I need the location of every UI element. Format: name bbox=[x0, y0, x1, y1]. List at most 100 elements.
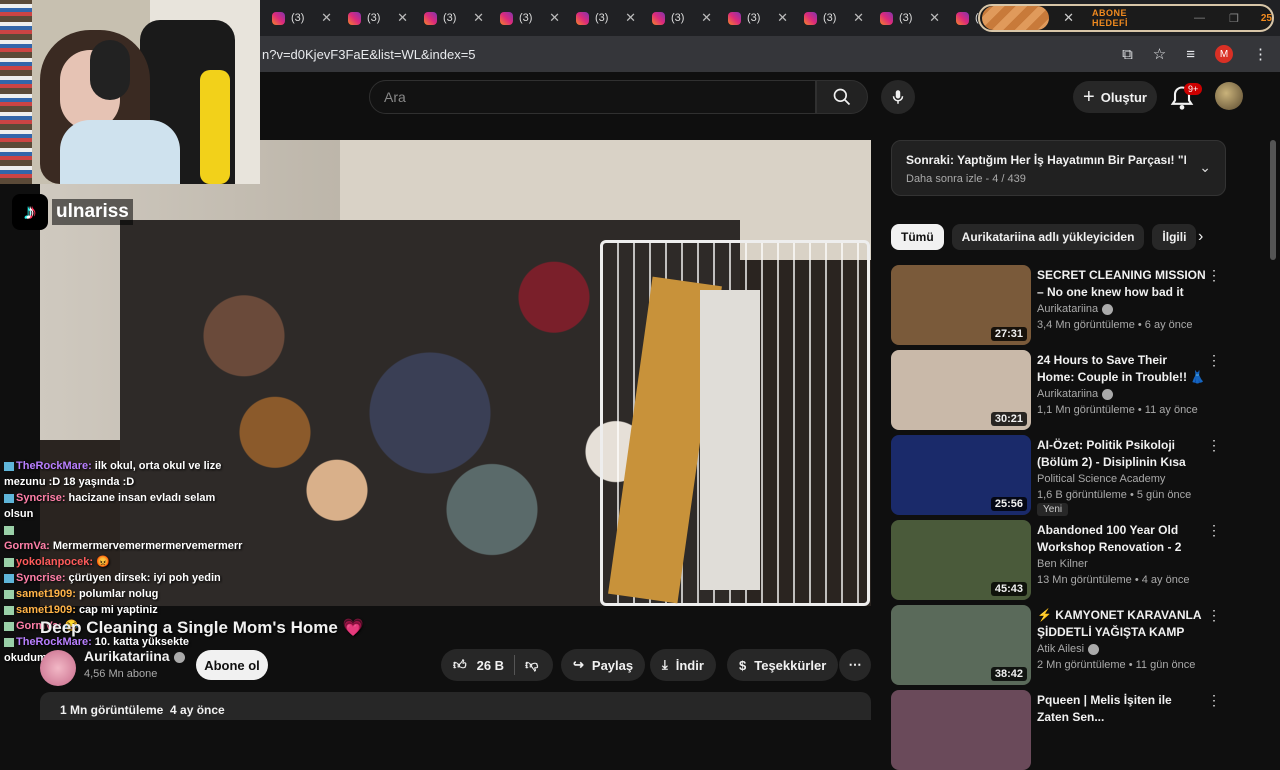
recommendation-title[interactable]: SECRET CLEANING MISSION – No one knew ho… bbox=[1037, 267, 1207, 301]
close-icon[interactable]: ✕ bbox=[701, 10, 712, 26]
media-control-icon[interactable]: ≡ bbox=[1186, 46, 1195, 63]
maximize-icon[interactable]: ❐ bbox=[1229, 12, 1239, 25]
more-vert-icon[interactable]: ⋮ bbox=[1207, 692, 1221, 709]
recommendation-channel[interactable]: Aurikatariina bbox=[1037, 303, 1114, 315]
filter-chip[interactable]: Aurikatariina adlı yükleyiciden bbox=[951, 224, 1145, 250]
browser-tab[interactable]: (3) ✕ bbox=[722, 6, 792, 30]
close-icon[interactable]: ✕ bbox=[929, 10, 940, 26]
chevron-right-icon[interactable]: › bbox=[1198, 228, 1203, 246]
dislike-icon[interactable]: 👎︎ bbox=[525, 657, 538, 673]
chat-badge-icon bbox=[4, 637, 14, 647]
video-thumbnail[interactable]: 27:31 bbox=[891, 265, 1031, 345]
browser-tab[interactable]: (3) ✕ bbox=[646, 6, 716, 30]
recommendation-title[interactable]: ⚡ KAMYONET KARAVANLA ŞİDDETLİ YAĞIŞTA KA… bbox=[1037, 607, 1207, 641]
more-vert-icon[interactable]: ⋮ bbox=[1207, 437, 1221, 454]
recommendation-channel[interactable]: Political Science Academy bbox=[1037, 473, 1165, 485]
subscribe-button[interactable]: Abone ol bbox=[196, 650, 268, 680]
tab-label: (3) bbox=[519, 12, 533, 24]
like-count[interactable]: 26 B bbox=[477, 658, 504, 673]
view-count: 1 Mn görüntüleme bbox=[60, 703, 164, 717]
download-button[interactable]: ⤓ İndir bbox=[650, 649, 716, 681]
minimize-icon[interactable]: — bbox=[1194, 12, 1205, 24]
chat-username: samet1909: bbox=[16, 588, 76, 600]
more-actions-button[interactable]: ⋯ bbox=[839, 649, 871, 681]
instagram-icon bbox=[880, 11, 893, 25]
active-tab-overlay[interactable]: ✕ ABONE HEDEFİ — ❐ 25 bbox=[978, 4, 1274, 32]
browser-tab[interactable]: (3) ✕ bbox=[418, 6, 488, 30]
video-thumbnail[interactable]: 38:42 bbox=[891, 605, 1031, 685]
playlist-next-panel[interactable]: Sonraki: Yaptığım Her İş Hayatımın Bir P… bbox=[891, 140, 1226, 196]
recommendation-item[interactable]: 38:42 ⚡ KAMYONET KARAVANLA ŞİDDETLİ YAĞIŞ… bbox=[891, 605, 1221, 685]
chat-text: 😡 bbox=[96, 556, 110, 568]
video-thumbnail[interactable]: 30:21 bbox=[891, 350, 1031, 430]
recommendation-title[interactable]: AI-Özet: Politik Psikoloji (Bölüm 2) - D… bbox=[1037, 437, 1207, 471]
bookmark-star-icon[interactable]: ☆ bbox=[1153, 45, 1166, 63]
menu-icon[interactable]: ⋮ bbox=[1253, 45, 1268, 63]
recommendation-title[interactable]: Abandoned 100 Year Old Workshop Renovati… bbox=[1037, 522, 1207, 556]
more-vert-icon[interactable]: ⋮ bbox=[1207, 267, 1221, 284]
more-vert-icon[interactable]: ⋮ bbox=[1207, 352, 1221, 369]
channel-text: Aurikatariina bbox=[1037, 388, 1099, 400]
chat-badge-icon bbox=[4, 525, 14, 535]
instagram-icon bbox=[804, 11, 817, 25]
close-icon[interactable]: ✕ bbox=[1063, 10, 1074, 26]
upload-age: 4 ay önce bbox=[170, 703, 225, 717]
recommendation-item[interactable]: 25:56 AI-Özet: Politik Psikoloji (Bölüm 2… bbox=[891, 435, 1221, 516]
more-vert-icon[interactable]: ⋮ bbox=[1207, 607, 1221, 624]
recommendation-meta: 1,1 Mn görüntüleme • 11 ay önce bbox=[1037, 404, 1198, 416]
close-icon[interactable]: ✕ bbox=[777, 10, 788, 26]
search-input[interactable]: Ara bbox=[369, 80, 816, 114]
more-vert-icon[interactable]: ⋮ bbox=[1207, 522, 1221, 539]
browser-tab[interactable]: (3) ✕ bbox=[494, 6, 564, 30]
channel-avatar[interactable] bbox=[40, 650, 76, 686]
subscriber-goal-count: 25 bbox=[1260, 12, 1272, 24]
like-icon[interactable]: 👍︎ bbox=[453, 657, 467, 673]
recommendation-title[interactable]: Pqueen | Melis İşiten ile Zaten Sen... bbox=[1037, 692, 1207, 726]
close-icon[interactable]: ✕ bbox=[397, 10, 408, 26]
channel-name[interactable]: Aurikatariina bbox=[84, 648, 185, 664]
recommendation-title[interactable]: 24 Hours to Save Their Home: Couple in T… bbox=[1037, 352, 1207, 386]
recommendation-channel[interactable]: Atik Ailesi bbox=[1037, 643, 1100, 655]
account-avatar[interactable] bbox=[1215, 82, 1243, 110]
search-button[interactable] bbox=[816, 80, 868, 114]
browser-tab[interactable]: (3) ✕ bbox=[266, 6, 336, 30]
browser-tab[interactable]: (3) ✕ bbox=[798, 6, 868, 30]
close-icon[interactable]: ✕ bbox=[473, 10, 484, 26]
voice-search-button[interactable] bbox=[881, 80, 915, 114]
close-icon[interactable]: ✕ bbox=[853, 10, 864, 26]
close-icon[interactable]: ✕ bbox=[625, 10, 636, 26]
recommendation-item[interactable]: 30:21 24 Hours to Save Their Home: Couple… bbox=[891, 350, 1221, 430]
chevron-down-icon[interactable]: ⌄ bbox=[1199, 159, 1211, 176]
tab-label: (3) bbox=[671, 12, 685, 24]
install-app-icon[interactable]: ⧉ bbox=[1122, 46, 1133, 63]
recommendation-channel[interactable]: Ben Kilner bbox=[1037, 558, 1088, 570]
close-icon[interactable]: ✕ bbox=[321, 10, 332, 26]
thanks-button[interactable]: $ Teşekkürler bbox=[727, 649, 839, 681]
filter-chip[interactable]: Tümü bbox=[891, 224, 944, 250]
video-thumbnail[interactable]: 45:43 bbox=[891, 520, 1031, 600]
url-text[interactable]: n?v=d0KjevF3FaE&list=WL&index=5 bbox=[262, 47, 476, 62]
chat-badge-icon bbox=[4, 621, 14, 631]
recommendation-item[interactable]: 45:43 Abandoned 100 Year Old Workshop Ren… bbox=[891, 520, 1221, 600]
scrollbar[interactable] bbox=[1270, 140, 1276, 260]
channel-text: Atik Ailesi bbox=[1037, 643, 1085, 655]
recommendation-channel[interactable]: Aurikatariina bbox=[1037, 388, 1114, 400]
profile-avatar[interactable]: M bbox=[1215, 45, 1233, 63]
browser-tab[interactable]: (3) ✕ bbox=[570, 6, 640, 30]
video-thumbnail[interactable] bbox=[891, 690, 1031, 770]
instagram-icon bbox=[348, 11, 361, 25]
chat-text: çürüyen dirsek: iyi poh yedin bbox=[68, 572, 221, 584]
filter-chip[interactable]: İlgili bbox=[1152, 224, 1197, 250]
create-button[interactable]: + Oluştur bbox=[1073, 81, 1157, 113]
browser-tab[interactable]: (3) ✕ bbox=[874, 6, 944, 30]
recommendation-meta: 13 Mn görüntüleme • 4 ay önce bbox=[1037, 574, 1190, 586]
chat-badge-icon bbox=[4, 605, 14, 615]
recommendation-item[interactable]: Pqueen | Melis İşiten ile Zaten Sen... ⋮ bbox=[891, 690, 1221, 770]
browser-tab[interactable]: (3) ✕ bbox=[342, 6, 412, 30]
share-button[interactable]: ↪ Paylaş bbox=[561, 649, 646, 681]
webcam-bookshelf bbox=[0, 0, 32, 184]
thanks-label: Teşekkürler bbox=[754, 657, 827, 673]
recommendation-item[interactable]: 27:31 SECRET CLEANING MISSION – No one kn… bbox=[891, 265, 1221, 345]
close-icon[interactable]: ✕ bbox=[549, 10, 560, 26]
video-thumbnail[interactable]: 25:56 bbox=[891, 435, 1031, 515]
